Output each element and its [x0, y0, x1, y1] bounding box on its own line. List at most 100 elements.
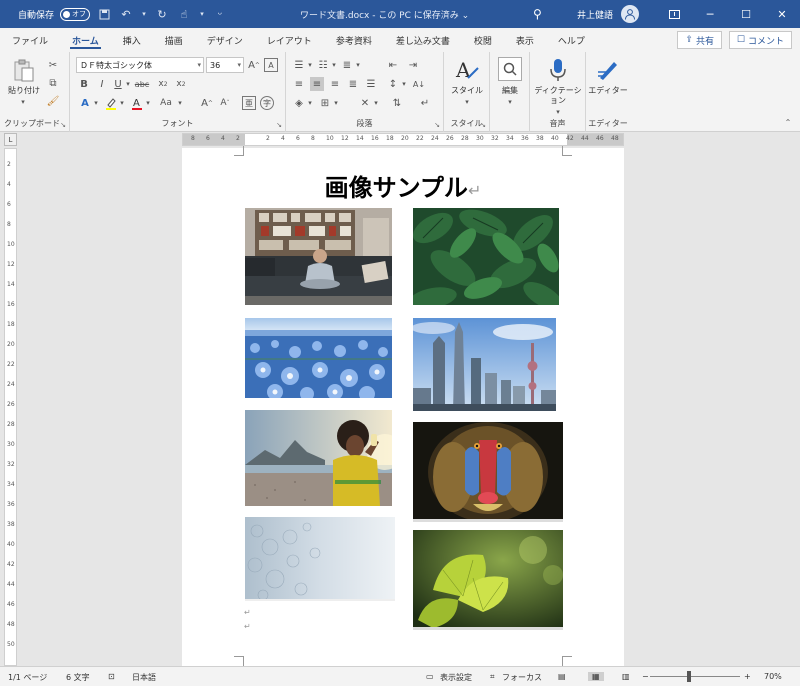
- display-settings-icon[interactable]: ▭: [426, 672, 434, 681]
- chevron-down-icon[interactable]: ▾: [144, 96, 152, 110]
- word-count[interactable]: 6 文字: [66, 672, 90, 683]
- vertical-scrollbar[interactable]: [786, 133, 800, 666]
- chevron-down-icon[interactable]: ▾: [332, 96, 340, 110]
- document-title[interactable]: ワード文書.docx - この PC に保存済み ⌄: [300, 0, 469, 28]
- comment-button[interactable]: ☐ コメント: [728, 31, 792, 49]
- editing-button-label[interactable]: 編集: [490, 86, 530, 96]
- chevron-down-icon[interactable]: ▾: [124, 77, 132, 91]
- focus-button[interactable]: フォーカス: [502, 672, 542, 683]
- show-marks-icon[interactable]: ↵: [418, 96, 432, 110]
- chevron-down-icon[interactable]: ▾: [330, 58, 338, 72]
- phonetic-guide-icon[interactable]: 亜: [242, 96, 256, 110]
- photo-blue-flowers[interactable]: [245, 318, 392, 398]
- font-color-icon[interactable]: A: [130, 96, 144, 110]
- chevron-down-icon[interactable]: ▾: [176, 96, 184, 110]
- tab-design[interactable]: デザイン: [195, 28, 255, 52]
- customize-icon[interactable]: ᵕ: [212, 6, 228, 22]
- tab-home[interactable]: ホーム: [60, 28, 111, 52]
- chevron-down-icon[interactable]: ▾: [372, 96, 380, 110]
- copy-icon[interactable]: ⧉: [46, 76, 60, 90]
- tab-selector[interactable]: L: [4, 133, 17, 146]
- styles-button-label[interactable]: スタイル: [444, 86, 490, 96]
- justify-icon[interactable]: ≣: [346, 77, 360, 91]
- font-size-combo[interactable]: 36 ▾: [206, 57, 244, 73]
- chevron-down-icon[interactable]: ▾: [400, 77, 408, 91]
- grow-font-small-icon[interactable]: A ^: [200, 96, 214, 110]
- photo-frost-pattern[interactable]: [245, 517, 395, 601]
- zoom-in-icon[interactable]: +: [744, 672, 751, 681]
- tab-layout[interactable]: レイアウト: [255, 28, 324, 52]
- chevron-down-icon[interactable]: ▾: [18, 97, 28, 107]
- focus-icon[interactable]: ⌗: [490, 672, 495, 682]
- chevron-down-icon[interactable]: ▾: [118, 96, 126, 110]
- save-icon[interactable]: [96, 6, 112, 22]
- undo-icon[interactable]: ↶: [118, 6, 134, 22]
- font-name-combo[interactable]: ＤＦ特太ゴシック体 ▾: [76, 57, 204, 73]
- web-layout-icon[interactable]: ▥: [622, 672, 630, 681]
- cut-icon[interactable]: ✂: [46, 58, 60, 72]
- touch-mode-icon[interactable]: ☝: [176, 6, 192, 22]
- editor-icon[interactable]: [596, 57, 620, 83]
- zoom-out-icon[interactable]: −: [642, 672, 649, 681]
- align-left-icon[interactable]: ≡: [292, 77, 306, 91]
- dictate-button-label[interactable]: ディクテーション: [534, 86, 582, 106]
- chevron-down-icon[interactable]: ▾: [198, 6, 206, 22]
- line-spacing-icon[interactable]: ↕: [386, 77, 400, 91]
- tab-view[interactable]: 表示: [504, 28, 546, 52]
- superscript-icon[interactable]: x2: [174, 77, 188, 91]
- chevron-down-icon[interactable]: ▾: [306, 96, 314, 110]
- redo-icon[interactable]: ↻: [154, 6, 170, 22]
- shading-icon[interactable]: ◈: [292, 96, 306, 110]
- photo-man-drinking-beach[interactable]: [245, 410, 392, 506]
- photo-meditation-living-room[interactable]: [245, 208, 392, 305]
- photo-green-leaves[interactable]: [413, 208, 559, 305]
- tab-help[interactable]: ヘルプ: [546, 28, 597, 52]
- align-right-icon[interactable]: ≡: [328, 77, 342, 91]
- strikethrough-icon[interactable]: abc: [134, 77, 150, 91]
- bold-icon[interactable]: B: [78, 77, 90, 91]
- ribbon-display-options-icon[interactable]: [656, 0, 692, 28]
- print-layout-icon[interactable]: ▦: [588, 672, 604, 681]
- microphone-icon[interactable]: [546, 57, 570, 83]
- tab-file[interactable]: ファイル: [0, 28, 60, 52]
- find-icon[interactable]: [498, 57, 522, 81]
- decrease-indent-icon[interactable]: ⇤: [386, 58, 400, 72]
- sort-icon[interactable]: A↓: [412, 77, 426, 91]
- shrink-font-icon[interactable]: Aˇ: [218, 96, 232, 110]
- underline-icon[interactable]: U: [112, 77, 124, 91]
- increase-indent-icon[interactable]: ⇥: [406, 58, 420, 72]
- borders-icon[interactable]: ⊞: [318, 96, 332, 110]
- avatar[interactable]: [621, 5, 640, 23]
- format-painter-icon[interactable]: 🖌: [46, 94, 60, 108]
- photo-shanghai-skyline[interactable]: [413, 318, 556, 411]
- share-button[interactable]: ⇪ 共有: [677, 31, 722, 49]
- multilevel-list-icon[interactable]: ≣: [340, 58, 354, 72]
- search-icon[interactable]: ⚲: [533, 7, 542, 21]
- bullets-icon[interactable]: ☰: [292, 58, 306, 72]
- vertical-ruler[interactable]: 2 4 6 8 10 12 14 16 18 20 22 24 26 28 30 32 34 36 38 40 42 44…: [4, 148, 17, 666]
- tab-draw[interactable]: 描画: [153, 28, 195, 52]
- tab-mailings[interactable]: 差し込み文書: [384, 28, 462, 52]
- minimize-icon[interactable]: ─: [692, 0, 728, 28]
- photo-mandrill[interactable]: [413, 422, 563, 522]
- zoom-slider-thumb[interactable]: [687, 671, 691, 682]
- subscript-icon[interactable]: x2: [156, 77, 170, 91]
- chevron-down-icon[interactable]: ▾: [306, 58, 314, 72]
- collapse-ribbon-icon[interactable]: ⌃: [782, 116, 794, 128]
- styles-icon[interactable]: A: [454, 58, 480, 84]
- read-mode-icon[interactable]: ▤: [558, 672, 566, 681]
- zoom-slider-track[interactable]: [650, 676, 740, 677]
- highlight-icon[interactable]: [104, 96, 118, 110]
- italic-icon[interactable]: I: [96, 77, 108, 91]
- chevron-down-icon[interactable]: ▾: [354, 58, 362, 72]
- tab-references[interactable]: 参考資料: [324, 28, 384, 52]
- document-page[interactable]: 画像サンプル↵ ↵ ↵: [182, 146, 624, 666]
- dialog-launcher-icon[interactable]: ↘: [480, 121, 486, 129]
- photo-ginkgo-leaves[interactable]: [413, 530, 563, 630]
- language-indicator[interactable]: 日本語: [132, 672, 156, 683]
- asian-layout-icon[interactable]: ✕: [358, 96, 372, 110]
- document-heading[interactable]: 画像サンプル↵: [182, 168, 624, 203]
- distributed-icon[interactable]: ☰: [364, 77, 378, 91]
- change-case-button[interactable]: Aa: [156, 96, 176, 110]
- numbering-icon[interactable]: ☷: [316, 58, 330, 72]
